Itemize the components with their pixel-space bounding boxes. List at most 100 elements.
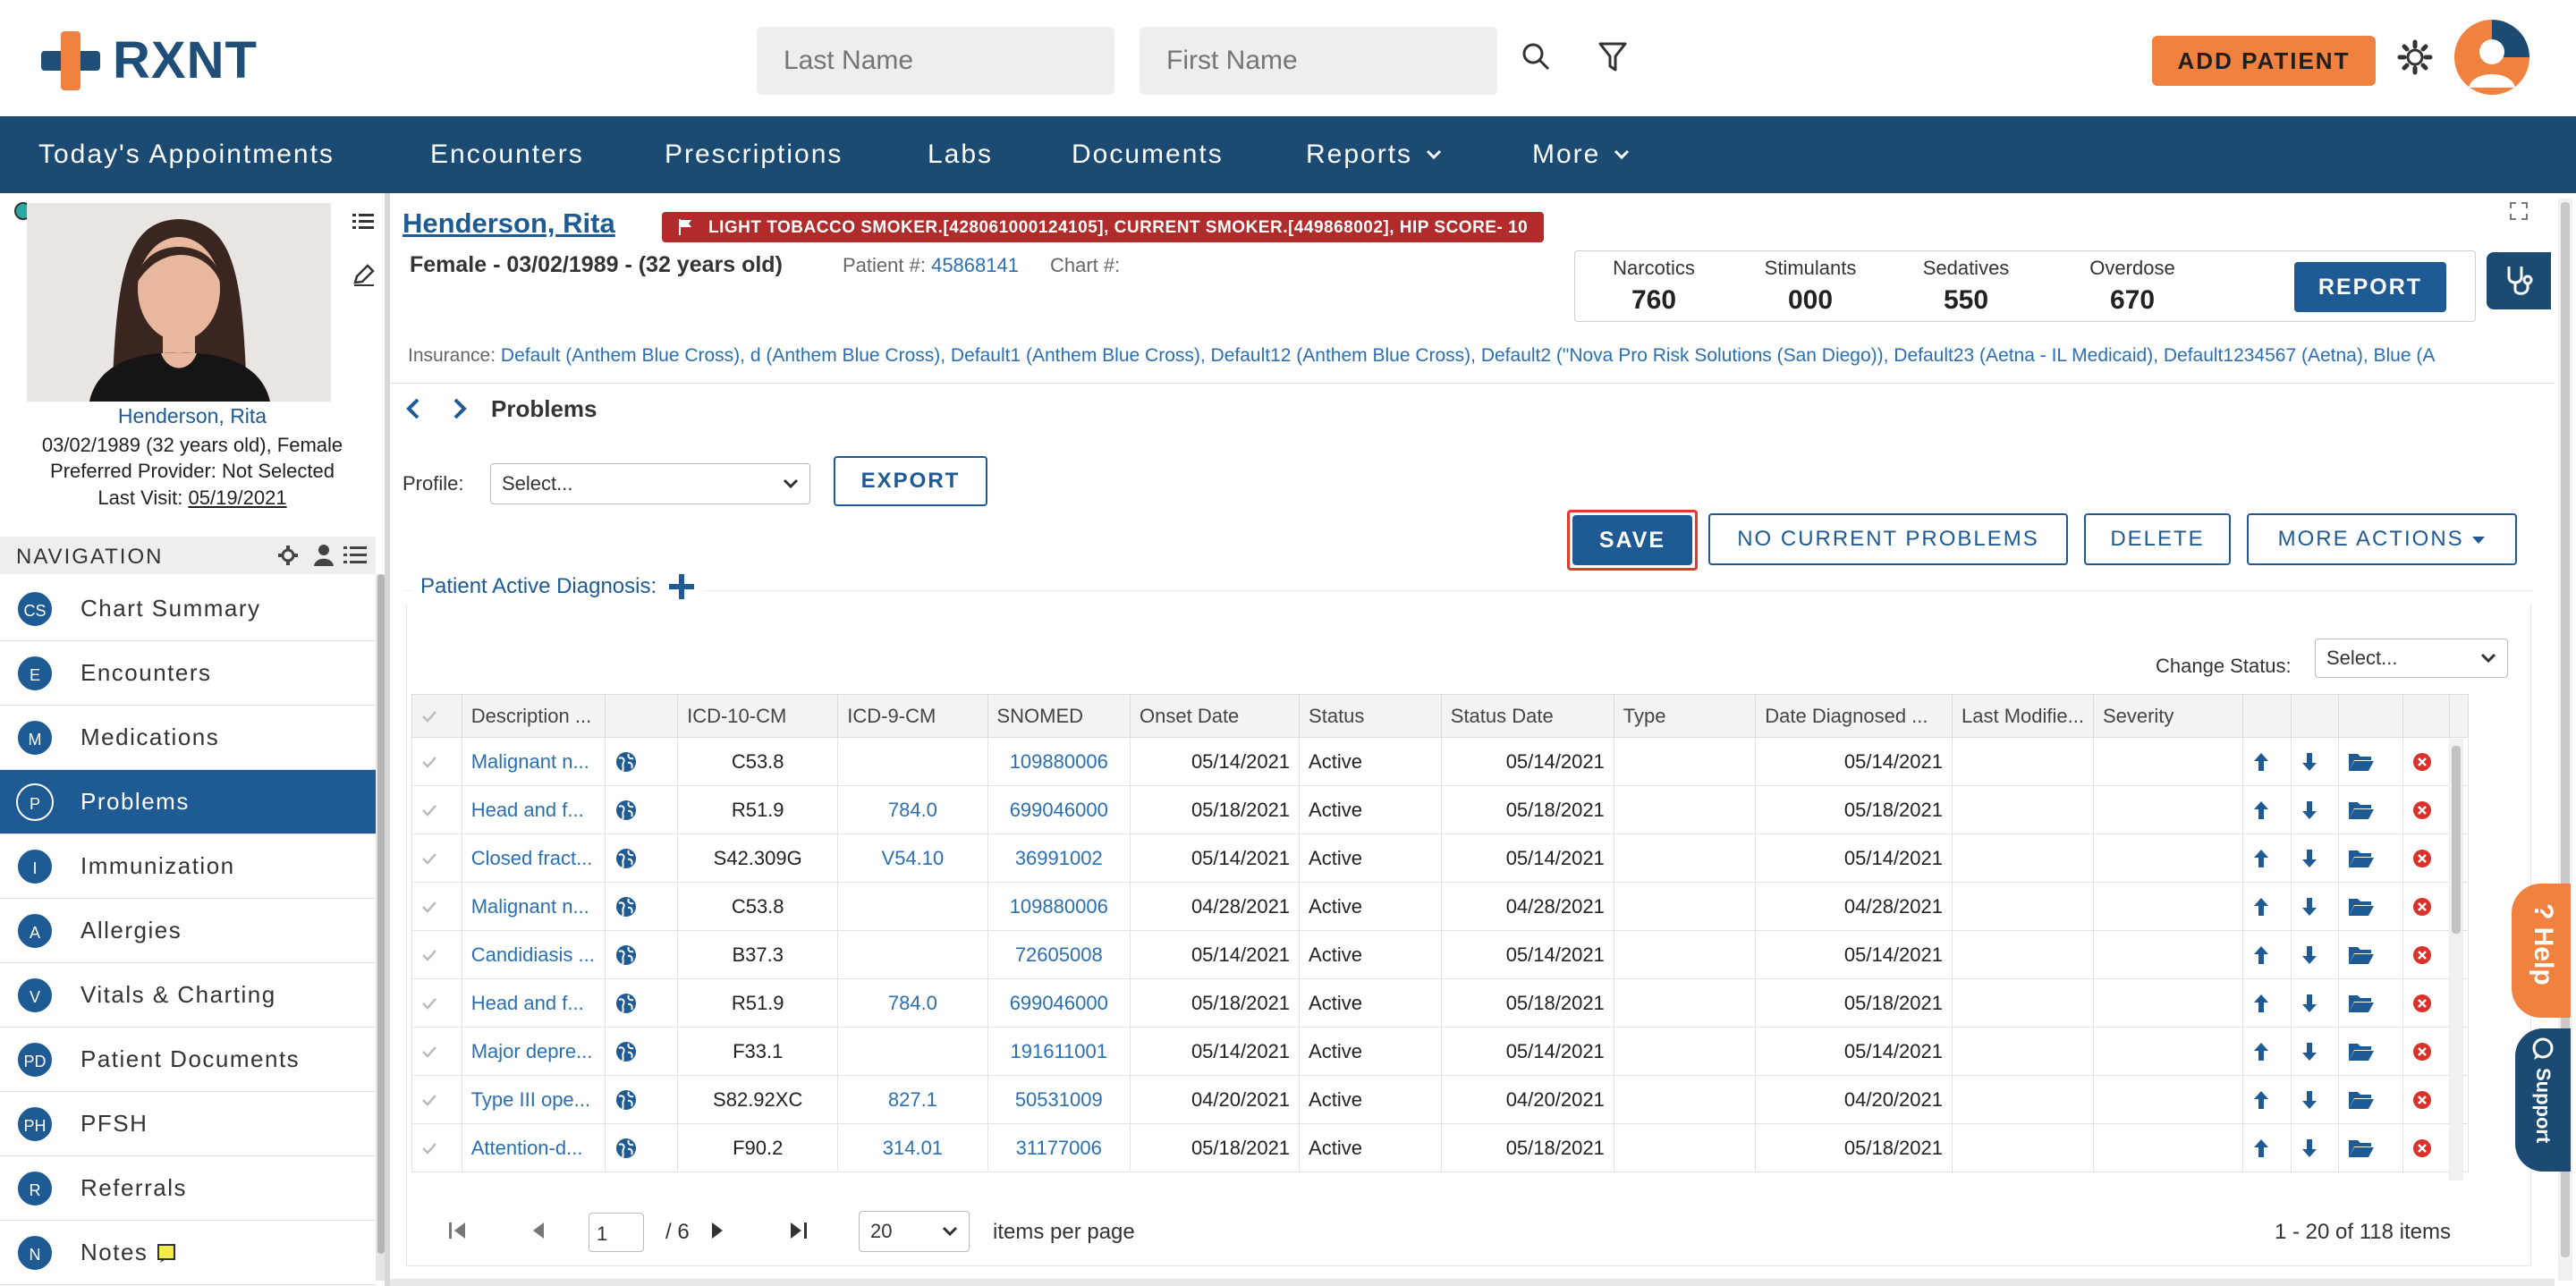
row-checkbox[interactable] [411, 737, 462, 786]
row-checkbox[interactable] [411, 1123, 462, 1172]
globe-cell[interactable] [604, 833, 679, 883]
profile-select[interactable]: Select... [490, 463, 810, 504]
remove-icon[interactable] [2412, 1090, 2432, 1110]
folder-open-icon[interactable] [2348, 800, 2375, 821]
per-page-select[interactable]: 20 [859, 1211, 970, 1252]
side-nav-encounters[interactable]: E Encounters [0, 641, 376, 706]
globe-icon[interactable] [614, 847, 638, 870]
folder-open-icon[interactable] [2348, 1089, 2375, 1111]
move-down-cell[interactable] [2290, 978, 2340, 1028]
description-cell[interactable]: Head and f... [461, 785, 606, 834]
column-header[interactable]: Severity [2092, 694, 2243, 738]
table-row[interactable]: Head and f... R51.9 784.0 699046000 05/18/20… [411, 978, 2469, 1028]
globe-cell[interactable] [604, 978, 679, 1028]
filter-icon[interactable] [1597, 41, 1628, 73]
table-row[interactable]: Major depre... F33.1 191611001 05/14/2021 Ac… [411, 1027, 2469, 1076]
user-avatar[interactable] [2454, 20, 2529, 95]
folder-open-icon[interactable] [2348, 993, 2375, 1014]
prev-page-icon[interactable] [530, 1220, 546, 1241]
remove-cell[interactable] [2402, 882, 2450, 931]
search-icon[interactable] [1521, 41, 1551, 72]
nav-user-icon[interactable] [313, 544, 335, 567]
row-checkbox[interactable] [411, 1027, 462, 1076]
change-status-select[interactable]: Select... [2315, 639, 2508, 678]
globe-icon[interactable] [614, 1137, 638, 1160]
table-row[interactable]: Attention-d... F90.2 314.01 31177006 05/18/2… [411, 1123, 2469, 1172]
description-cell[interactable]: Major depre... [461, 1027, 606, 1076]
more-actions-button[interactable]: MORE ACTIONS [2247, 513, 2517, 565]
move-up-cell[interactable] [2241, 930, 2292, 979]
description-cell[interactable]: Malignant n... [461, 882, 606, 931]
move-down-icon[interactable] [2301, 1089, 2318, 1111]
globe-icon[interactable] [614, 895, 638, 918]
column-header[interactable]: Status [1299, 694, 1442, 738]
patient-card-name[interactable]: Henderson, Rita [0, 404, 385, 428]
bottom-scrollbar[interactable] [390, 1279, 2555, 1286]
row-checkbox[interactable] [411, 930, 462, 979]
column-header[interactable]: Type [1613, 694, 1757, 738]
remove-cell[interactable] [2402, 1075, 2450, 1124]
description-cell[interactable]: Type III ope... [461, 1075, 606, 1124]
globe-icon[interactable] [614, 799, 638, 822]
move-down-icon[interactable] [2301, 1041, 2318, 1062]
select-all-checkbox[interactable] [411, 694, 462, 738]
move-down-cell[interactable] [2290, 785, 2340, 834]
move-up-cell[interactable] [2241, 785, 2292, 834]
column-header[interactable]: SNOMED [987, 694, 1131, 738]
back-arrow-icon[interactable] [404, 397, 422, 420]
folder-open-icon[interactable] [2348, 1138, 2375, 1159]
move-down-cell[interactable] [2290, 833, 2340, 883]
move-down-cell[interactable] [2290, 882, 2340, 931]
column-header[interactable]: Description ... [461, 694, 606, 738]
folder-open-icon[interactable] [2348, 848, 2375, 869]
table-row[interactable]: Type III ope... S82.92XC 827.1 50531009 04/2… [411, 1075, 2469, 1124]
next-page-icon[interactable] [710, 1220, 726, 1241]
edit-icon[interactable] [352, 263, 376, 286]
move-down-cell[interactable] [2290, 1075, 2340, 1124]
pdmp-report-button[interactable]: REPORT [2294, 262, 2446, 312]
side-nav-allergies[interactable]: A Allergies [0, 899, 376, 963]
remove-icon[interactable] [2412, 752, 2432, 772]
column-header[interactable]: ICD-9-CM [837, 694, 988, 738]
patient-name-link[interactable]: Henderson, Rita [402, 207, 615, 240]
remove-cell[interactable] [2402, 1123, 2450, 1172]
side-nav-chart-summary[interactable]: CS Chart Summary [0, 577, 376, 641]
support-tab[interactable]: Support [2515, 1028, 2571, 1172]
table-row[interactable]: Candidiasis ... B37.3 72605008 05/14/2021 Ac… [411, 930, 2469, 979]
snomed-cell[interactable]: 50531009 [987, 1075, 1131, 1124]
side-nav-pfsh[interactable]: PH PFSH [0, 1092, 376, 1156]
snomed-cell[interactable]: 36991002 [987, 833, 1131, 883]
move-up-icon[interactable] [2252, 848, 2270, 869]
row-checkbox[interactable] [411, 882, 462, 931]
description-cell[interactable]: Closed fract... [461, 833, 606, 883]
column-header[interactable] [604, 694, 679, 738]
move-up-icon[interactable] [2252, 1041, 2270, 1062]
globe-icon[interactable] [614, 1088, 638, 1112]
icd9-cell[interactable] [837, 882, 988, 931]
globe-icon[interactable] [614, 1040, 638, 1063]
move-down-icon[interactable] [2301, 944, 2318, 966]
side-nav-problems[interactable]: P Problems [0, 770, 376, 834]
help-tab[interactable]: ? Help [2512, 884, 2571, 1018]
side-nav-patient-documents[interactable]: PD Patient Documents [0, 1028, 376, 1092]
icd9-cell[interactable]: 314.01 [837, 1123, 988, 1172]
column-header[interactable]: Last Modifie... [1952, 694, 2094, 738]
move-down-cell[interactable] [2290, 930, 2340, 979]
move-down-icon[interactable] [2301, 751, 2318, 773]
move-down-icon[interactable] [2301, 800, 2318, 821]
move-up-cell[interactable] [2241, 833, 2292, 883]
move-up-cell[interactable] [2241, 1027, 2292, 1076]
snomed-cell[interactable]: 699046000 [987, 978, 1131, 1028]
snomed-cell[interactable]: 109880006 [987, 737, 1131, 786]
export-button[interactable]: EXPORT [834, 456, 987, 506]
row-checkbox[interactable] [411, 978, 462, 1028]
row-checkbox[interactable] [411, 785, 462, 834]
last-page-icon[interactable] [789, 1220, 809, 1241]
move-up-icon[interactable] [2252, 800, 2270, 821]
remove-icon[interactable] [2412, 1138, 2432, 1158]
insurance-list[interactable]: Default (Anthem Blue Cross), d (Anthem B… [501, 345, 2435, 366]
move-up-cell[interactable] [2241, 737, 2292, 786]
table-row[interactable]: Malignant n... C53.8 109880006 05/14/2021 Ac… [411, 737, 2469, 786]
globe-cell[interactable] [604, 930, 679, 979]
folder-cell[interactable] [2338, 1075, 2404, 1124]
